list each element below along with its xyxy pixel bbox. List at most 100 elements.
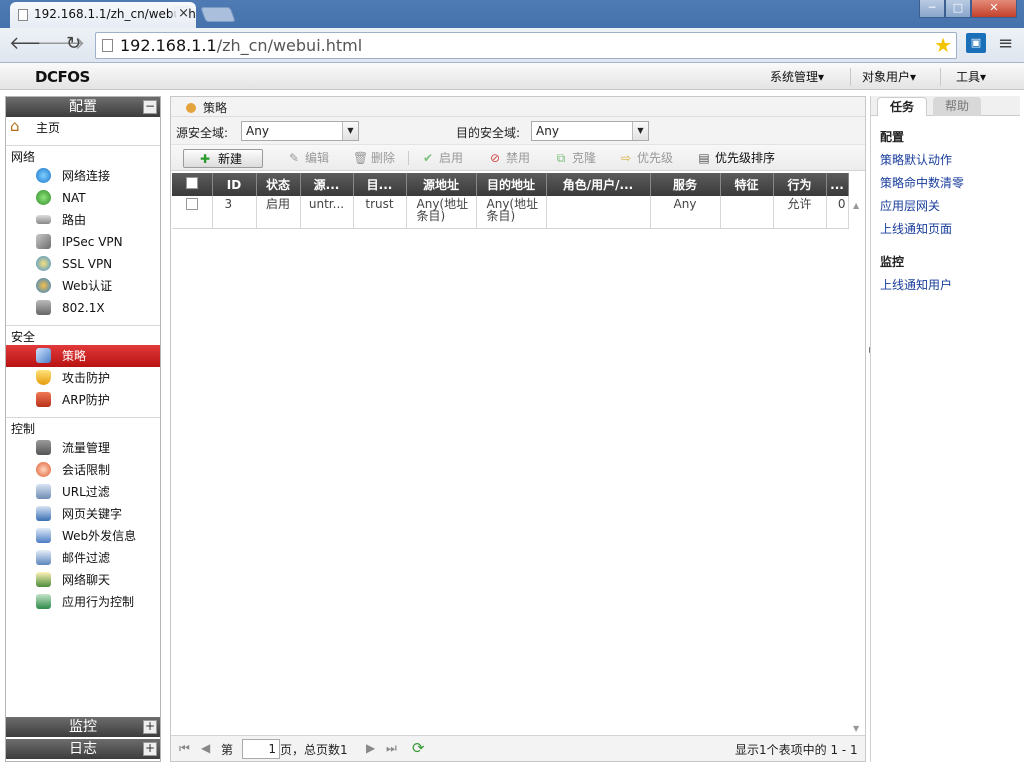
chevron-down-icon[interactable]: ▼: [632, 122, 648, 140]
enable-button[interactable]: ✔ 启用: [419, 149, 463, 168]
column-header-id[interactable]: ID: [212, 173, 257, 196]
column-header-role-user[interactable]: 角色/用户/...: [546, 173, 651, 196]
new-button[interactable]: ✚ 新建: [183, 149, 263, 168]
menu-icon[interactable]: ≡: [998, 33, 1013, 54]
link-clear-hit-counts[interactable]: 策略命中数清零: [871, 168, 1020, 191]
collapse-icon[interactable]: −: [143, 100, 157, 114]
cell-dst-address: Any(地址 条目): [476, 196, 547, 229]
last-page-icon[interactable]: ⏭: [386, 741, 397, 756]
priority-sort-button-label: 优先级排序: [715, 151, 776, 165]
table-scrollbar[interactable]: ▲ ▼: [850, 201, 864, 733]
nav-item-ipsec-vpn[interactable]: IPSec VPN: [6, 231, 160, 253]
dest-zone-select[interactable]: Any ▼: [531, 121, 649, 141]
row-checkbox[interactable]: [185, 198, 198, 210]
column-header-src-address[interactable]: 源地址: [406, 173, 477, 196]
task-panel: 任务 帮助 配置 策略默认动作 策略命中数清零 应用层网关 上线通知页面 监控 …: [870, 96, 1020, 762]
menu-objects-users[interactable]: 对象用户▾: [862, 68, 916, 85]
nav-item-routing[interactable]: 路由: [6, 209, 160, 231]
browser-tab[interactable]: 192.168.1.1/zh_cn/webui.html ×: [10, 2, 196, 28]
tab-close-icon[interactable]: ×: [170, 6, 189, 21]
scroll-up-icon[interactable]: ▲: [853, 201, 859, 210]
priority-sort-button[interactable]: ▤ 优先级排序: [695, 149, 775, 168]
config-panel-title: 配置: [69, 99, 97, 115]
log-panel-header[interactable]: 日志 +: [6, 739, 160, 759]
expand-icon[interactable]: +: [143, 742, 157, 756]
delete-button[interactable]: 🗑 删除: [351, 149, 395, 168]
column-header-action[interactable]: 行为: [773, 173, 827, 196]
column-header-service[interactable]: 服务: [650, 173, 721, 196]
address-bar[interactable]: 192.168.1.1/zh_cn/webui.html ★: [95, 32, 957, 59]
first-page-icon[interactable]: ⏮: [179, 741, 190, 756]
next-page-icon[interactable]: ▶: [366, 741, 375, 755]
refresh-icon[interactable]: ⟳: [412, 739, 425, 757]
monitor-panel-header[interactable]: 监控 +: [6, 717, 160, 737]
nav-item-web-auth[interactable]: Web认证: [6, 275, 160, 297]
nav-item-app-control[interactable]: 应用行为控制: [6, 591, 160, 613]
column-header-more[interactable]: ...: [826, 173, 849, 196]
column-header-dst-zone[interactable]: 目...: [353, 173, 407, 196]
nav-item-label: 主页: [36, 121, 61, 135]
scroll-down-icon[interactable]: ▼: [853, 724, 859, 733]
nav-item-label: 网络聊天: [62, 573, 111, 587]
maximize-button[interactable]: □: [945, 0, 971, 18]
link-policy-default-action[interactable]: 策略默认动作: [871, 145, 1020, 168]
edit-button[interactable]: ✎ 编辑: [285, 149, 329, 168]
priority-button-label: 优先级: [637, 151, 674, 165]
nav-item-ssl-vpn[interactable]: SSL VPN: [6, 253, 160, 275]
globe-icon: [36, 168, 51, 183]
column-header-feature[interactable]: 特征: [720, 173, 774, 196]
nav-item-arp-defense[interactable]: ARP防护: [6, 389, 160, 411]
nav-item-policy[interactable]: 策略: [6, 345, 160, 367]
nav-item-nat[interactable]: NAT: [6, 187, 160, 209]
priority-button[interactable]: ⇨ 优先级: [617, 149, 673, 168]
select-all-checkbox[interactable]: [185, 177, 198, 189]
nav-item-chat[interactable]: 网络聊天: [6, 569, 160, 591]
tab-tasks[interactable]: 任务: [877, 97, 928, 116]
column-header-status[interactable]: 状态: [256, 173, 301, 196]
nav-item-8021x[interactable]: 802.1X: [6, 297, 160, 319]
nav-item-web-keyword[interactable]: 网页关键字: [6, 503, 160, 525]
disable-button[interactable]: ⊘ 禁用: [486, 149, 530, 168]
row-select-cell[interactable]: [172, 196, 213, 229]
nav-item-attack-defense[interactable]: 攻击防护: [6, 367, 160, 389]
nav-item-network-connection[interactable]: 网络连接: [6, 165, 160, 187]
source-zone-value: Any: [246, 124, 269, 138]
nav-item-url-filter[interactable]: URL过滤: [6, 481, 160, 503]
page-number-input[interactable]: 1: [242, 739, 280, 759]
link-app-layer-gateway[interactable]: 应用层网关: [871, 191, 1020, 214]
window-controls: ─ □ ✕: [919, 0, 1017, 18]
extension-icon[interactable]: ▣: [966, 33, 986, 53]
nav-item-label: NAT: [62, 191, 86, 205]
table-row[interactable]: 3 启用 untr... trust Any(地址 条目) Any(地址 条目)…: [172, 196, 849, 229]
tab-help[interactable]: 帮助: [933, 97, 982, 116]
column-header-dst-address[interactable]: 目的地址: [476, 173, 547, 196]
nav-item-home[interactable]: ⌂ 主页: [6, 117, 160, 139]
star-icon[interactable]: ★: [934, 33, 952, 57]
select-all-header[interactable]: [172, 173, 213, 196]
minimize-button[interactable]: ─: [919, 0, 945, 18]
cell-service: Any: [650, 196, 721, 229]
router-icon: [36, 215, 51, 224]
nav-item-label: 802.1X: [62, 301, 105, 315]
nav-item-session-limit[interactable]: 会话限制: [6, 459, 160, 481]
nav-item-traffic-management[interactable]: 流量管理: [6, 437, 160, 459]
expand-icon[interactable]: +: [143, 720, 157, 734]
column-header-src-zone[interactable]: 源...: [300, 173, 354, 196]
menu-tools[interactable]: 工具▾: [956, 68, 986, 85]
link-online-notify-users[interactable]: 上线通知用户: [871, 270, 1020, 293]
chevron-down-icon[interactable]: ▼: [342, 122, 358, 140]
page-total: 页，总页数1: [280, 743, 348, 757]
new-tab-button[interactable]: [200, 7, 236, 22]
link-online-notify-page[interactable]: 上线通知页面: [871, 214, 1020, 237]
prev-page-icon[interactable]: ◀: [201, 741, 210, 755]
divider: [940, 68, 941, 86]
clone-icon: ⧉: [556, 151, 566, 165]
nav-item-mail-filter[interactable]: 邮件过滤: [6, 547, 160, 569]
reload-icon[interactable]: ↻: [66, 33, 81, 54]
close-window-button[interactable]: ✕: [971, 0, 1017, 18]
menu-system-admin[interactable]: 系统管理▾: [770, 68, 824, 85]
config-panel-header[interactable]: 配置 −: [6, 97, 160, 117]
nav-item-web-outbound[interactable]: Web外发信息: [6, 525, 160, 547]
source-zone-select[interactable]: Any ▼: [241, 121, 359, 141]
clone-button[interactable]: ⧉ 克隆: [552, 149, 596, 168]
